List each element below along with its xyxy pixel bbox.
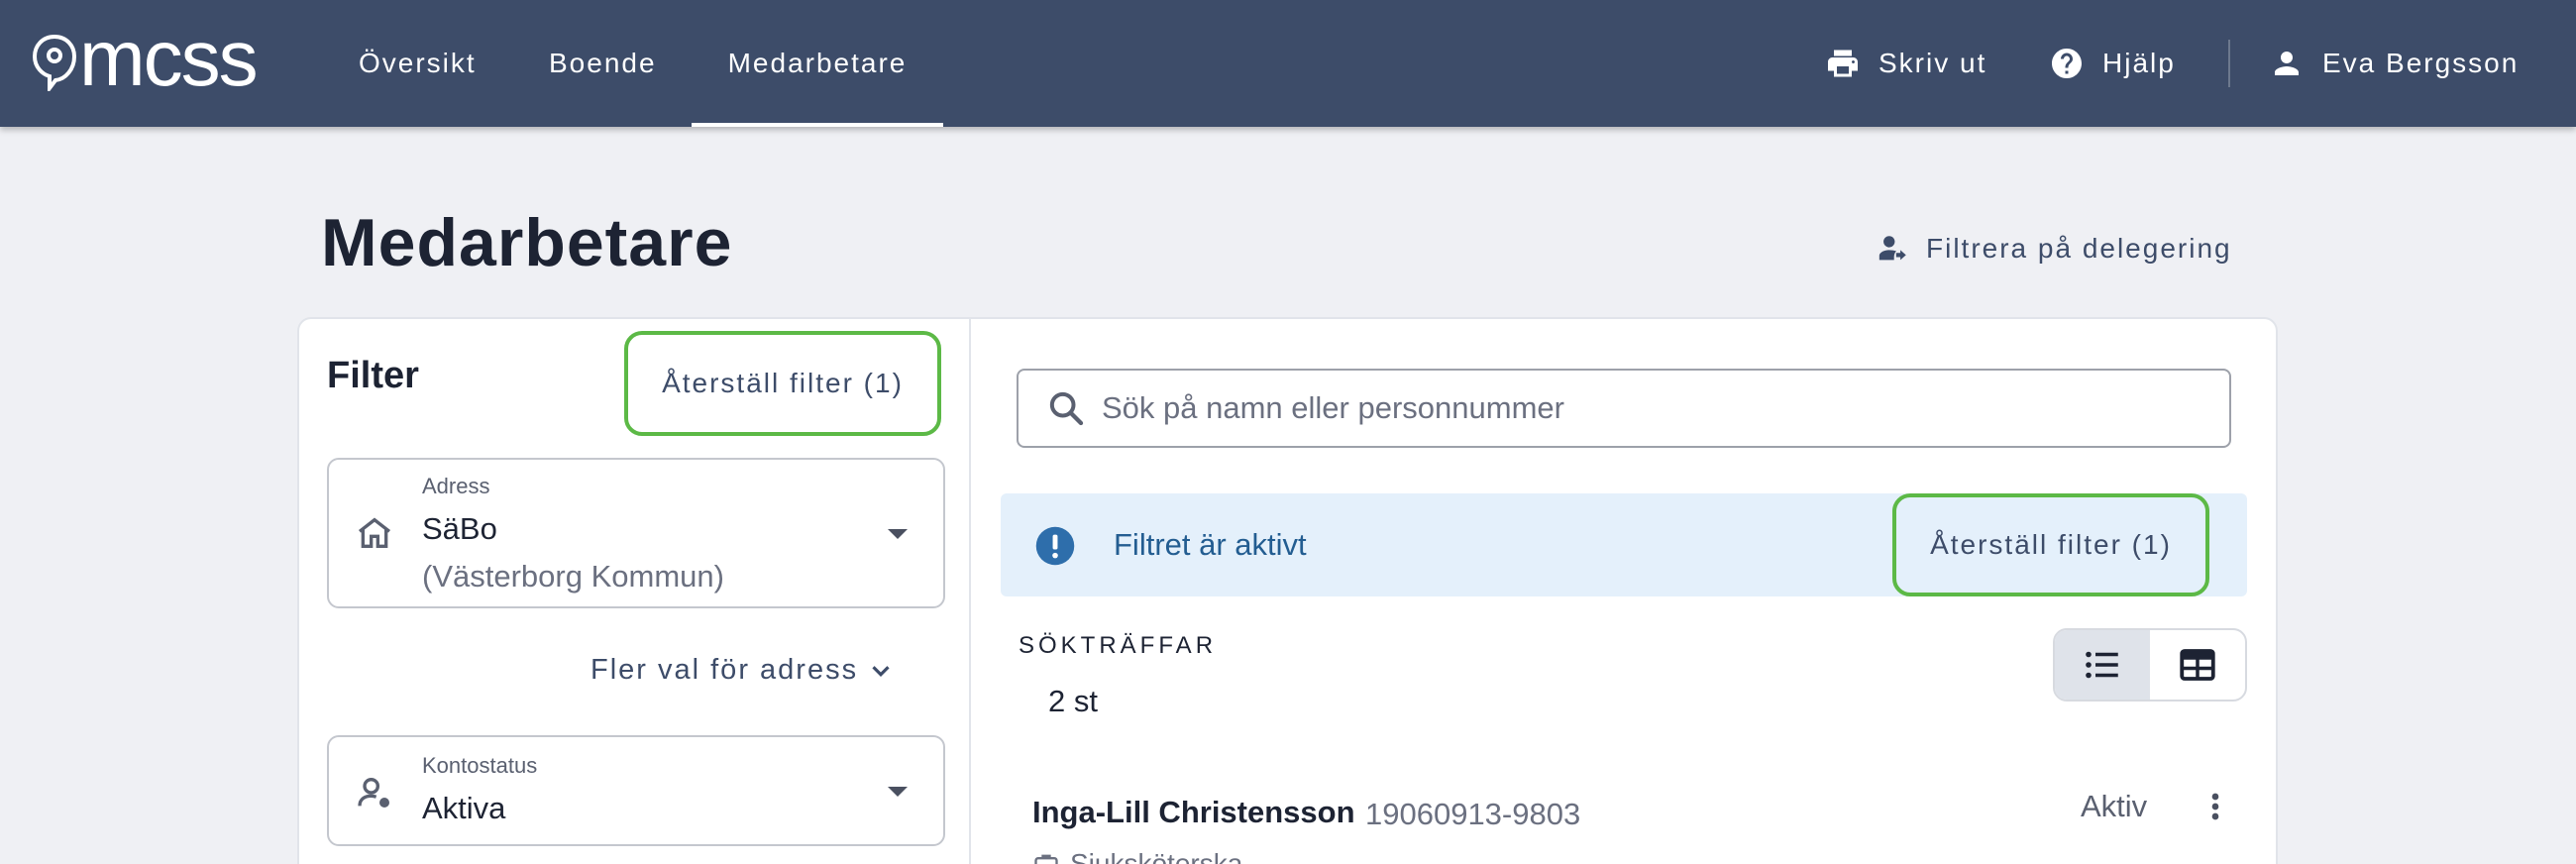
help-button[interactable]: Hjälp [2049, 0, 2176, 127]
nav-medarbetare[interactable]: Medarbetare [692, 0, 943, 127]
filter-on-delegation-label: Filtrera på delegering [1926, 233, 2232, 264]
alert-reset-filter-label: Återställ filter (1) [1930, 529, 2172, 560]
printer-icon [1828, 50, 1858, 77]
user-name: Eva Bergsson [2322, 48, 2520, 78]
address-value: SäBo [422, 511, 497, 546]
search-hits-label: SÖKTRÄFFAR [1019, 632, 1218, 659]
address-label: Adress [422, 474, 490, 498]
account-status-select[interactable]: Kontostatus Aktiva [327, 735, 945, 846]
help-circle-icon [2052, 49, 2082, 78]
employee-role-label: Sjuksköterska [1070, 848, 1243, 864]
reset-filter-button[interactable]: Återställ filter (1) [624, 331, 941, 436]
nav-divider [2228, 40, 2230, 87]
filter-title: Filter [327, 355, 419, 396]
table-icon [2180, 649, 2215, 681]
account-status-label: Kontostatus [422, 753, 538, 778]
search-input[interactable] [1102, 390, 2192, 426]
account-status-value: Aktiva [422, 791, 506, 825]
active-filter-text: Filtret är aktivt [1114, 527, 1307, 562]
list-view-button[interactable] [2055, 630, 2150, 700]
logo-mark-icon [32, 34, 77, 91]
nav-medarbetare-label: Medarbetare [727, 48, 908, 78]
address-subvalue: (Västerborg Kommun) [422, 559, 724, 594]
top-navigation-bar: mcss Översikt Boende Medarbetare Skriv u… [0, 0, 2576, 127]
employee-name[interactable]: Inga-Lill Christensson [1032, 795, 1355, 830]
nav-boende-label: Boende [549, 48, 657, 78]
more-address-options-label: Fler val för adress [590, 654, 859, 686]
nav-boende[interactable]: Boende [549, 0, 657, 127]
print-label: Skriv ut [1878, 48, 1987, 78]
nav-oversikt-label: Översikt [359, 48, 477, 78]
panel-separator [969, 319, 971, 864]
help-label: Hjälp [2102, 48, 2176, 78]
briefcase-icon [1034, 854, 1058, 864]
nav-oversikt[interactable]: Översikt [359, 0, 477, 127]
search-box[interactable] [1017, 369, 2231, 448]
logo-text: mcss [79, 14, 259, 102]
user-icon [2275, 52, 2299, 75]
person-arrow-icon [1878, 236, 1906, 261]
address-dropdown-caret-icon [888, 529, 908, 539]
address-select[interactable]: Adress SäBo (Västerborg Kommun) [327, 458, 945, 608]
more-vertical-icon[interactable] [2196, 787, 2235, 826]
search-icon [1049, 391, 1084, 426]
page-title: Medarbetare [321, 205, 733, 280]
search-hits-count: 2 st [1048, 684, 1098, 718]
alert-reset-filter-button[interactable]: Återställ filter (1) [1892, 493, 2209, 596]
person-status-icon [358, 778, 389, 808]
main-panel: Filter Återställ filter (1) Adress SäBo … [297, 317, 2278, 864]
employee-role: Sjuksköterska [1032, 848, 1242, 864]
exclamation-circle-icon [1035, 526, 1075, 566]
reset-filter-label: Återställ filter (1) [662, 368, 904, 398]
account-status-dropdown-caret-icon [888, 787, 908, 797]
filter-on-delegation-button[interactable]: Filtrera på delegering [1877, 232, 2232, 266]
home-icon [358, 517, 391, 548]
chevron-down-icon [872, 665, 890, 677]
user-menu-button[interactable]: Eva Bergsson [2269, 0, 2519, 127]
mcss-logo[interactable]: mcss [32, 19, 259, 98]
table-view-button[interactable] [2150, 630, 2245, 700]
employee-personnummer: 19060913-9803 [1365, 797, 1581, 831]
more-address-options-button[interactable]: Fler val för adress [590, 654, 896, 687]
list-icon [2086, 651, 2118, 679]
view-mode-toggle [2053, 628, 2247, 702]
print-button[interactable]: Skriv ut [1825, 0, 1986, 127]
employee-status: Aktiv [2081, 789, 2148, 823]
